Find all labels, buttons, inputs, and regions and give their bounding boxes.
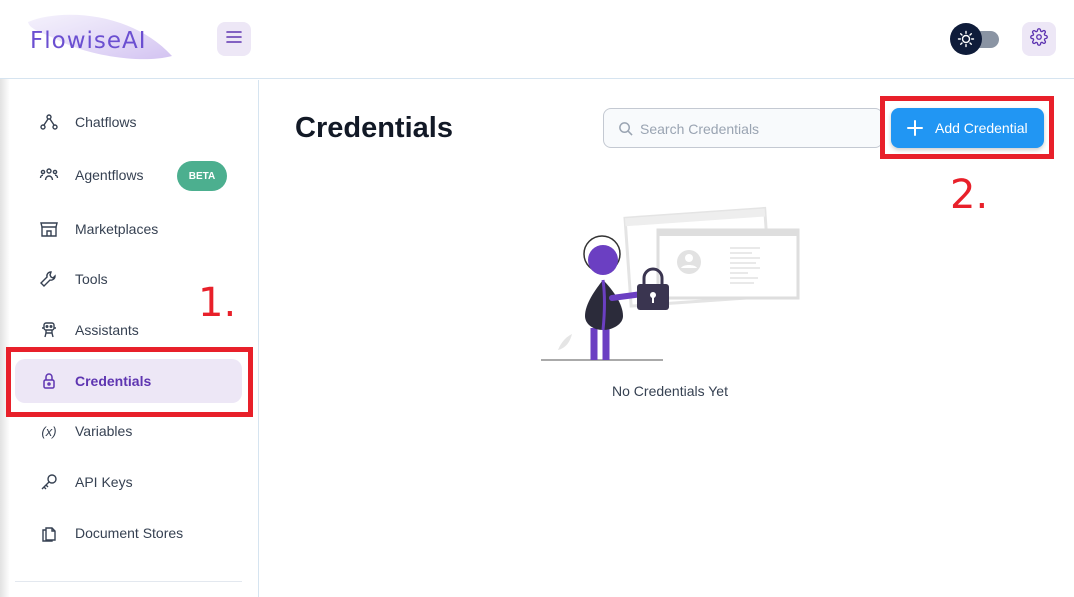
top-header: FlowiseAI (0, 0, 1074, 79)
search-box[interactable] (603, 108, 883, 148)
sidebar-item-agentflows[interactable]: Agentflows BETA (15, 153, 242, 197)
sidebar: Chatflows Agentflows BETA Marketplaces T… (0, 80, 259, 597)
sidebar-item-marketplaces[interactable]: Marketplaces (15, 207, 242, 251)
beta-badge: BETA (177, 161, 227, 191)
hamburger-icon (225, 30, 243, 49)
search-input[interactable] (640, 118, 870, 140)
files-icon (39, 523, 59, 543)
annotation-box-credentials (6, 347, 253, 417)
settings-button[interactable] (1022, 22, 1056, 56)
sidebar-item-document-stores[interactable]: Document Stores (15, 511, 242, 555)
sidebar-item-label: Tools (75, 271, 108, 287)
sidebar-item-label: Document Stores (75, 525, 184, 541)
sidebar-item-label: Marketplaces (75, 221, 159, 237)
page-title: Credentials (295, 112, 453, 144)
key-icon (39, 472, 59, 492)
agents-icon (39, 165, 59, 185)
variable-icon: (x) (41, 423, 57, 439)
store-icon (39, 219, 59, 239)
sidebar-item-label: API Keys (75, 474, 133, 490)
chatflow-icon (39, 112, 59, 132)
robot-icon (39, 320, 59, 340)
search-icon (618, 121, 633, 141)
theme-toggle[interactable] (950, 23, 1000, 55)
sidebar-item-label: Chatflows (75, 114, 137, 130)
sidebar-item-api-keys[interactable]: API Keys (15, 460, 242, 504)
sidebar-item-label: Agentflows (75, 167, 144, 183)
annotation-step-2: 2. (950, 172, 989, 218)
logo-text: FlowiseAI (30, 28, 147, 54)
sun-icon (950, 23, 982, 55)
empty-state-illustration (536, 198, 804, 364)
annotation-step-1: 1. (198, 280, 237, 326)
tool-icon (39, 269, 59, 289)
gear-icon (1030, 27, 1048, 51)
menu-toggle-button[interactable] (217, 22, 251, 56)
annotation-box-add-credential (880, 96, 1054, 159)
sidebar-item-label: Variables (75, 423, 133, 439)
sidebar-divider (15, 581, 242, 582)
sidebar-item-chatflows[interactable]: Chatflows (15, 100, 242, 144)
sidebar-item-label: Assistants (75, 322, 139, 338)
empty-state-text: No Credentials Yet (612, 383, 728, 399)
